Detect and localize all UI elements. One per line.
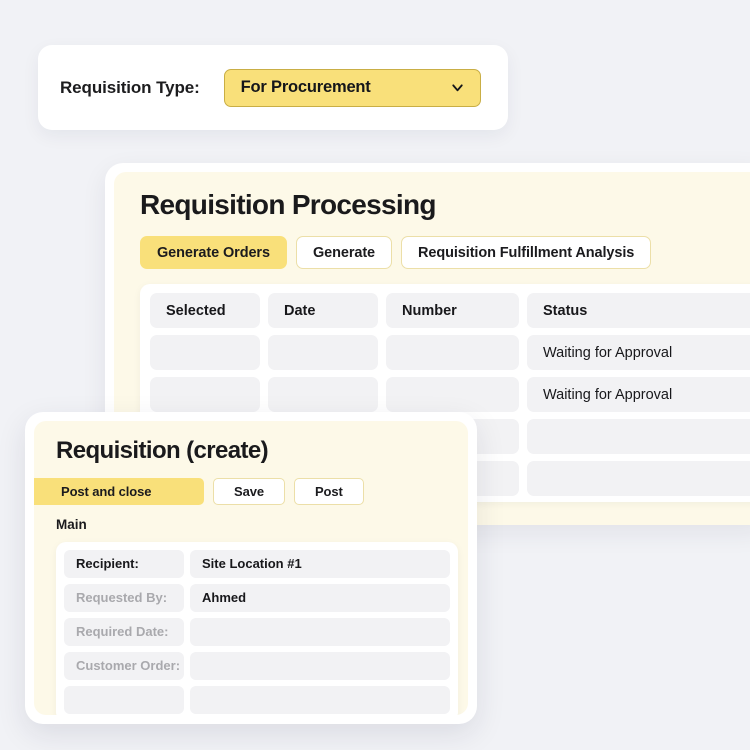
cell-date[interactable] bbox=[268, 335, 378, 371]
post-and-close-button[interactable]: Post and close bbox=[34, 477, 204, 505]
field-label-recipient: Recipient: bbox=[64, 549, 184, 578]
column-header-date[interactable]: Date bbox=[268, 293, 378, 329]
cell-selected[interactable] bbox=[150, 377, 260, 413]
cell-number[interactable] bbox=[386, 377, 519, 413]
field-label-required-date: Required Date: bbox=[64, 617, 184, 646]
requisition-type-label: Requisition Type: bbox=[60, 77, 200, 97]
button-label: Post bbox=[314, 483, 343, 499]
requisition-type-value: For Procurement bbox=[240, 78, 371, 96]
field-label-requested-by: Requested By: bbox=[64, 583, 184, 612]
post-button[interactable]: Post bbox=[293, 477, 364, 505]
tab-bar: Generate Orders Generate Requisition Ful… bbox=[140, 236, 750, 270]
field-value-empty[interactable] bbox=[190, 685, 450, 714]
cell-status[interactable] bbox=[527, 461, 750, 497]
field-value-recipient[interactable]: Site Location #1 bbox=[190, 549, 450, 578]
tab-label: Generate bbox=[312, 244, 376, 261]
cell-status[interactable]: Waiting for Approval bbox=[527, 377, 750, 413]
table-row[interactable]: Waiting for Approval bbox=[150, 335, 750, 371]
field-value-customer-order[interactable] bbox=[190, 651, 450, 680]
form-row-empty bbox=[64, 685, 450, 714]
page-title: Requisition Processing bbox=[140, 189, 436, 220]
save-button[interactable]: Save bbox=[213, 477, 285, 505]
form-row-required-date: Required Date: bbox=[64, 617, 450, 646]
section-label-main: Main bbox=[56, 516, 87, 532]
requisition-form: Recipient: Site Location #1 Requested By… bbox=[56, 541, 458, 715]
page-root: Requisition Type: For Procurement Requis… bbox=[0, 0, 750, 750]
requisition-create-body: Requisition (create) Post and close Save… bbox=[34, 421, 468, 715]
requisition-type-card: Requisition Type: For Procurement bbox=[38, 45, 508, 130]
tab-generate-orders[interactable]: Generate Orders bbox=[140, 236, 287, 270]
column-header-status[interactable]: Status bbox=[527, 293, 750, 329]
requisition-type-dropdown[interactable]: For Procurement bbox=[223, 68, 481, 107]
field-value-required-date[interactable] bbox=[190, 617, 450, 646]
tab-label: Generate Orders bbox=[157, 244, 270, 261]
chevron-down-icon bbox=[451, 84, 463, 92]
table-row[interactable]: Waiting for Approval bbox=[150, 377, 750, 413]
form-row-recipient: Recipient: Site Location #1 bbox=[64, 549, 450, 578]
field-label-customer-order: Customer Order: bbox=[64, 651, 184, 680]
button-label: Save bbox=[234, 483, 264, 499]
cell-date[interactable] bbox=[268, 377, 378, 413]
form-row-requested-by: Requested By: Ahmed bbox=[64, 583, 450, 612]
column-header-number[interactable]: Number bbox=[386, 293, 519, 329]
field-label-empty bbox=[64, 685, 184, 714]
tab-label: Requisition Fulfillment Analysis bbox=[418, 244, 635, 261]
tab-generate[interactable]: Generate bbox=[295, 236, 393, 270]
modal-action-bar: Post and close Save Post bbox=[34, 477, 468, 505]
cell-status[interactable] bbox=[527, 419, 750, 455]
cell-number[interactable] bbox=[386, 335, 519, 371]
field-value-requested-by[interactable]: Ahmed bbox=[190, 583, 450, 612]
tab-requisition-fulfillment-analysis[interactable]: Requisition Fulfillment Analysis bbox=[401, 236, 652, 270]
requisition-create-modal: Requisition (create) Post and close Save… bbox=[25, 412, 477, 724]
form-row-customer-order: Customer Order: bbox=[64, 651, 450, 680]
cell-selected[interactable] bbox=[150, 335, 260, 371]
modal-title: Requisition (create) bbox=[56, 437, 269, 464]
button-label: Post and close bbox=[61, 483, 152, 499]
table-header-row: Selected Date Number Status bbox=[150, 293, 750, 329]
column-header-selected[interactable]: Selected bbox=[150, 293, 260, 329]
cell-status[interactable]: Waiting for Approval bbox=[527, 335, 750, 371]
